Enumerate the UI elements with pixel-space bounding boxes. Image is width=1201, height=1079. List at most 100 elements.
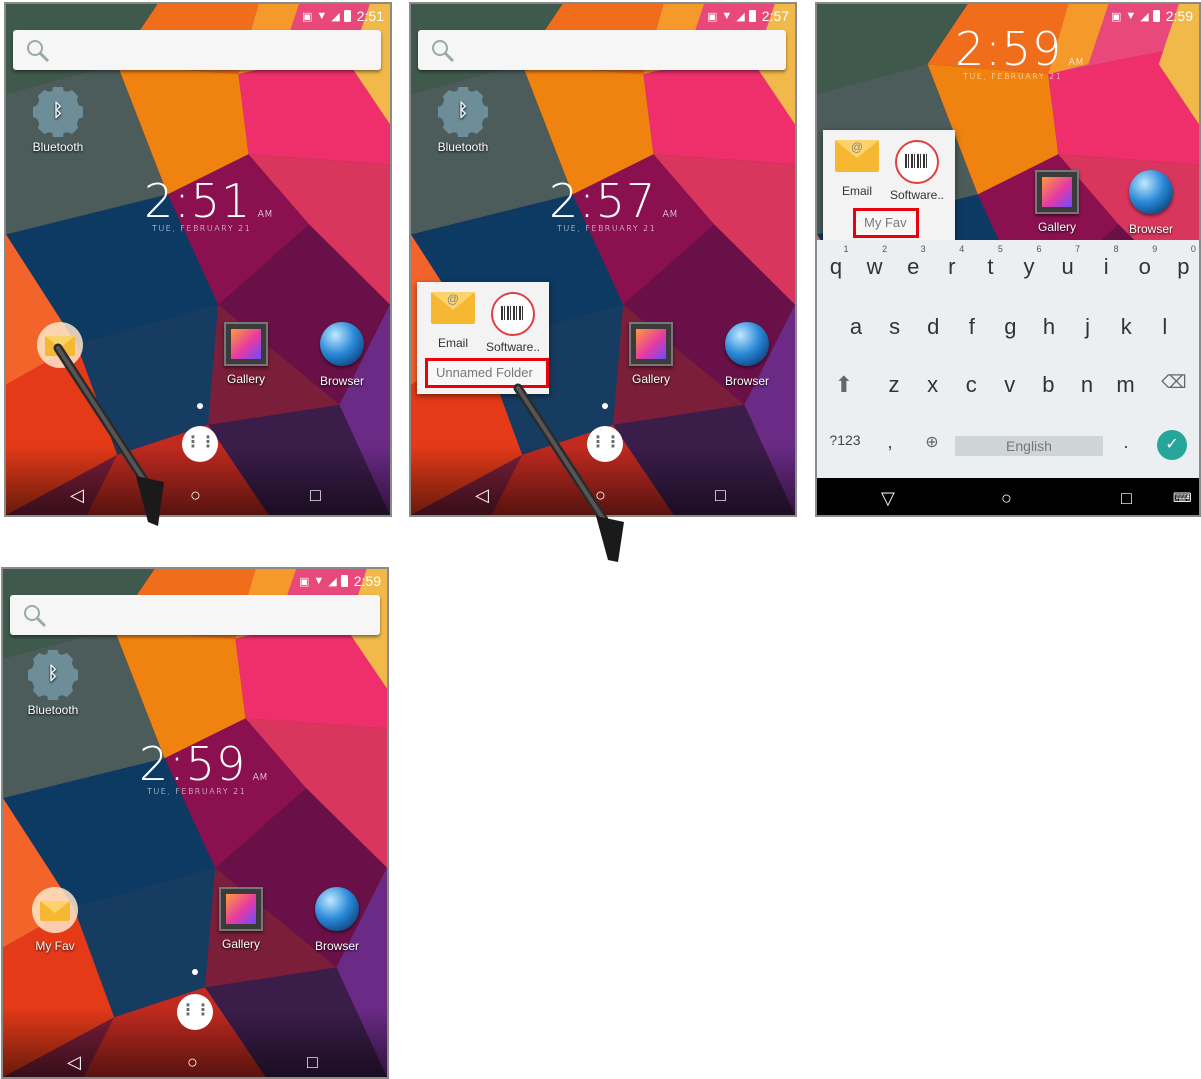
browser-label: Browser [1128,222,1173,236]
key-j[interactable]: j [1071,314,1105,340]
key-w[interactable]: w [858,254,892,280]
bluetooth-app[interactable]: ᛒ Bluetooth [28,90,88,154]
browser-app[interactable]: Browser [310,322,374,388]
search-bar[interactable] [418,30,786,70]
gallery-label: Gallery [221,937,260,951]
gallery-icon [629,322,673,366]
space-bar[interactable]: English [955,436,1103,456]
key-i[interactable]: i [1089,254,1123,280]
signal-icon: ◢ [328,575,337,588]
back-icon[interactable]: ◁ [67,1052,81,1073]
barcode-icon [491,292,535,336]
recents-icon[interactable]: □ [310,485,321,506]
recents-icon[interactable]: □ [307,1052,318,1073]
clock-widget[interactable]: 2:59 AM TUE, FEBRUARY 21 [139,737,268,796]
browser-app[interactable]: Browser [715,322,779,388]
back-icon[interactable]: ◁ [475,485,489,506]
gallery-app[interactable]: Gallery [1027,170,1087,234]
signal-icon: ◢ [736,10,745,23]
cast-icon: ▣ [1110,10,1122,23]
clock-widget[interactable]: 2:51 AM TUE, FEBRUARY 21 [144,174,273,233]
key-z[interactable]: z [877,372,911,398]
recents-icon[interactable]: □ [1121,488,1132,509]
backspace-icon[interactable]: ⌫ [1157,372,1191,393]
period-key[interactable]: . [1109,432,1143,453]
home-icon[interactable]: ○ [1001,488,1012,509]
clock-ampm: AM [1068,57,1084,68]
key-p[interactable]: p [1166,254,1199,280]
recents-icon[interactable]: □ [715,485,726,506]
shift-icon[interactable]: ⬆ [827,372,861,398]
back-down-icon[interactable]: ▽ [881,488,895,509]
bluetooth-app[interactable]: ᛒ Bluetooth [433,90,493,154]
key-y[interactable]: y [1012,254,1046,280]
key-l[interactable]: l [1148,314,1182,340]
gallery-label: Gallery [1037,220,1076,234]
bluetooth-icon: ᛒ [441,90,485,134]
symbols-key[interactable]: ?123 [825,432,865,448]
enter-check-icon[interactable]: ✓ [1157,430,1187,460]
search-bar[interactable] [13,30,381,70]
folder-item-software[interactable]: Software.. [887,140,947,202]
app-drawer-icon[interactable]: ⋮⋮ [177,994,213,1030]
status-time: 2:59 [1165,8,1193,24]
status-bar: ▣ ▼ ◢ 2:51 [302,6,384,26]
key-s[interactable]: s [878,314,912,340]
key-h[interactable]: h [1032,314,1066,340]
key-r[interactable]: r [935,254,969,280]
folder-icon [32,887,78,933]
key-g[interactable]: g [993,314,1027,340]
status-bar: ▣ ▼ ◢ 2:57 [707,6,789,26]
key-e[interactable]: e [896,254,930,280]
bluetooth-app[interactable]: ᛒ Bluetooth [23,653,83,717]
signal-icon: ◢ [1140,10,1149,23]
browser-app[interactable]: Browser [1119,170,1183,236]
clock-widget[interactable]: 2:57 AM TUE, FEBRUARY 21 [549,174,678,233]
browser-app[interactable]: Browser [305,887,369,953]
key-k[interactable]: k [1109,314,1143,340]
comma-key[interactable]: , [873,432,907,453]
folder-item-email[interactable]: @ Email [827,140,887,198]
key-hint: 3 [920,244,926,254]
status-bar: ▣ ▼ ◢ 2:59 [299,571,381,591]
key-t[interactable]: t [973,254,1007,280]
key-hint: 5 [997,244,1003,254]
key-hint: 4 [959,244,965,254]
key-q[interactable]: q [819,254,853,280]
gallery-app[interactable]: Gallery [211,887,271,951]
key-a[interactable]: a [839,314,873,340]
battery-icon [340,575,348,587]
search-bar[interactable] [10,595,380,635]
clock-ampm: AM [252,772,268,783]
key-n[interactable]: n [1070,372,1104,398]
search-icon [432,40,455,63]
folder-name-field[interactable]: My Fav [853,208,919,238]
folder-item-email[interactable]: @ Email [423,292,483,350]
key-hint: 2 [882,244,888,254]
cast-icon: ▣ [301,10,313,23]
key-d[interactable]: d [916,314,950,340]
barcode-icon [895,140,939,184]
signal-icon: ◢ [331,10,340,23]
myfav-folder[interactable]: My Fav [25,887,85,953]
status-time: 2:59 [353,573,381,589]
key-m[interactable]: m [1109,372,1143,398]
stylus-graphic-1 [53,343,164,526]
folder-item-software[interactable]: Software.. [483,292,543,354]
globe-icon[interactable]: ⊕ [915,432,949,452]
home-icon[interactable]: ○ [190,485,201,506]
clock-widget[interactable]: 2:59 AM TUE, FEBRUARY 21 [955,22,1084,81]
gallery-app[interactable]: Gallery [216,322,276,386]
keyboard-icon[interactable]: ⌨ [1173,490,1192,506]
home-icon[interactable]: ○ [187,1052,198,1073]
key-f[interactable]: f [955,314,989,340]
key-v[interactable]: v [993,372,1027,398]
app-drawer-icon[interactable]: ⋮⋮ [182,426,218,462]
key-c[interactable]: c [954,372,988,398]
battery-icon [1152,10,1160,22]
wifi-icon: ▼ [313,575,325,587]
key-b[interactable]: b [1031,372,1065,398]
key-x[interactable]: x [916,372,950,398]
key-u[interactable]: u [1051,254,1085,280]
key-o[interactable]: o [1128,254,1162,280]
